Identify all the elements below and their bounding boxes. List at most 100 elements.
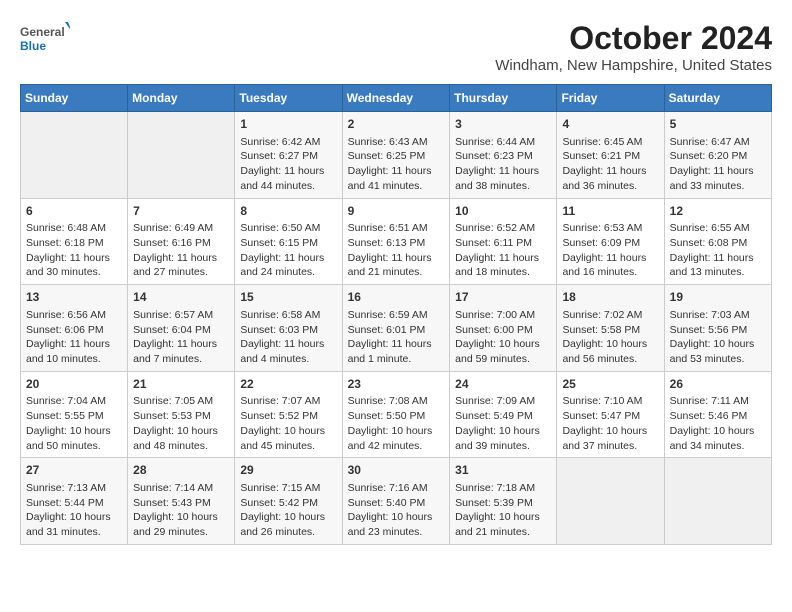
calendar-cell: 12Sunrise: 6:55 AMSunset: 6:08 PMDayligh… [664, 198, 771, 285]
day-info: Sunrise: 6:45 AMSunset: 6:21 PMDaylight:… [562, 135, 658, 194]
day-number: 18 [562, 289, 658, 306]
calendar-cell: 9Sunrise: 6:51 AMSunset: 6:13 PMDaylight… [342, 198, 450, 285]
calendar-cell [128, 112, 235, 199]
month-title: October 2024 [495, 20, 772, 57]
day-number: 29 [240, 462, 336, 479]
calendar-week-5: 27Sunrise: 7:13 AMSunset: 5:44 PMDayligh… [21, 458, 772, 545]
calendar-cell: 23Sunrise: 7:08 AMSunset: 5:50 PMDayligh… [342, 371, 450, 458]
calendar-cell: 14Sunrise: 6:57 AMSunset: 6:04 PMDayligh… [128, 285, 235, 372]
calendar-cell: 31Sunrise: 7:18 AMSunset: 5:39 PMDayligh… [450, 458, 557, 545]
header-wednesday: Wednesday [342, 85, 450, 112]
calendar-week-3: 13Sunrise: 6:56 AMSunset: 6:06 PMDayligh… [21, 285, 772, 372]
day-info: Sunrise: 7:15 AMSunset: 5:42 PMDaylight:… [240, 481, 336, 540]
day-info: Sunrise: 7:00 AMSunset: 6:00 PMDaylight:… [455, 308, 551, 367]
day-number: 16 [348, 289, 445, 306]
calendar-cell: 10Sunrise: 6:52 AMSunset: 6:11 PMDayligh… [450, 198, 557, 285]
calendar-cell: 5 Sunrise: 6:47 AMSunset: 6:20 PMDaylight… [664, 112, 771, 199]
calendar-cell: 16 Sunrise: 6:59 AMSunset: 6:01 PMDayligh… [342, 285, 450, 372]
day-number: 4 [562, 116, 658, 133]
day-number: 20 [26, 376, 122, 393]
calendar-cell: 20Sunrise: 7:04 AMSunset: 5:55 PMDayligh… [21, 371, 128, 458]
day-info: Sunrise: 6:43 AMSunset: 6:25 PMDaylight:… [348, 135, 445, 194]
day-number: 30 [348, 462, 445, 479]
calendar-cell: 18 Sunrise: 7:02 AMSunset: 5:58 PMDayligh… [557, 285, 664, 372]
calendar-cell: 29 Sunrise: 7:15 AMSunset: 5:42 PMDayligh… [235, 458, 342, 545]
day-number: 31 [455, 462, 551, 479]
day-info: Sunrise: 7:05 AMSunset: 5:53 PMDaylight:… [133, 394, 229, 453]
logo: General Blue [20, 20, 70, 60]
day-info: Sunrise: 7:16 AMSunset: 5:40 PMDaylight:… [348, 481, 445, 540]
svg-text:Blue: Blue [20, 39, 46, 53]
day-number: 28 [133, 462, 229, 479]
header-monday: Monday [128, 85, 235, 112]
day-info: Sunrise: 7:08 AMSunset: 5:50 PMDaylight:… [348, 394, 445, 453]
day-number: 10 [455, 203, 551, 220]
title-block: October 2024 Windham, New Hampshire, Uni… [495, 20, 772, 74]
day-info: Sunrise: 6:44 AMSunset: 6:23 PMDaylight:… [455, 135, 551, 194]
calendar-cell [557, 458, 664, 545]
day-info: Sunrise: 7:02 AMSunset: 5:58 PMDaylight:… [562, 308, 658, 367]
day-number: 25 [562, 376, 658, 393]
calendar-cell: 7Sunrise: 6:49 AMSunset: 6:16 PMDaylight… [128, 198, 235, 285]
calendar-cell: 6Sunrise: 6:48 AMSunset: 6:18 PMDaylight… [21, 198, 128, 285]
day-info: Sunrise: 7:07 AMSunset: 5:52 PMDaylight:… [240, 394, 336, 453]
day-number: 14 [133, 289, 229, 306]
day-info: Sunrise: 6:53 AMSunset: 6:09 PMDaylight:… [562, 221, 658, 280]
calendar-cell: 2 Sunrise: 6:43 AMSunset: 6:25 PMDaylight… [342, 112, 450, 199]
calendar-cell: 27Sunrise: 7:13 AMSunset: 5:44 PMDayligh… [21, 458, 128, 545]
calendar-cell: 25Sunrise: 7:10 AMSunset: 5:47 PMDayligh… [557, 371, 664, 458]
calendar-cell [664, 458, 771, 545]
calendar-cell: 21Sunrise: 7:05 AMSunset: 5:53 PMDayligh… [128, 371, 235, 458]
day-number: 21 [133, 376, 229, 393]
calendar-cell [21, 112, 128, 199]
day-number: 1 [240, 116, 336, 133]
day-number: 11 [562, 203, 658, 220]
calendar-cell: 3 Sunrise: 6:44 AMSunset: 6:23 PMDaylight… [450, 112, 557, 199]
day-number: 8 [240, 203, 336, 220]
day-number: 13 [26, 289, 122, 306]
day-info: Sunrise: 6:47 AMSunset: 6:20 PMDaylight:… [670, 135, 766, 194]
day-info: Sunrise: 7:04 AMSunset: 5:55 PMDaylight:… [26, 394, 122, 453]
day-number: 7 [133, 203, 229, 220]
calendar-cell: 19 Sunrise: 7:03 AMSunset: 5:56 PMDayligh… [664, 285, 771, 372]
calendar-cell: 24Sunrise: 7:09 AMSunset: 5:49 PMDayligh… [450, 371, 557, 458]
day-number: 2 [348, 116, 445, 133]
day-number: 23 [348, 376, 445, 393]
calendar-cell: 13Sunrise: 6:56 AMSunset: 6:06 PMDayligh… [21, 285, 128, 372]
day-info: Sunrise: 6:50 AMSunset: 6:15 PMDaylight:… [240, 221, 336, 280]
day-info: Sunrise: 7:03 AMSunset: 5:56 PMDaylight:… [670, 308, 766, 367]
day-info: Sunrise: 6:48 AMSunset: 6:18 PMDaylight:… [26, 221, 122, 280]
day-info: Sunrise: 6:42 AMSunset: 6:27 PMDaylight:… [240, 135, 336, 194]
day-info: Sunrise: 6:59 AMSunset: 6:01 PMDaylight:… [348, 308, 445, 367]
calendar-table: SundayMondayTuesdayWednesdayThursdayFrid… [20, 84, 772, 545]
day-info: Sunrise: 7:14 AMSunset: 5:43 PMDaylight:… [133, 481, 229, 540]
day-info: Sunrise: 7:11 AMSunset: 5:46 PMDaylight:… [670, 394, 766, 453]
calendar-cell: 15 Sunrise: 6:58 AMSunset: 6:03 PMDayligh… [235, 285, 342, 372]
day-number: 12 [670, 203, 766, 220]
day-info: Sunrise: 7:13 AMSunset: 5:44 PMDaylight:… [26, 481, 122, 540]
day-info: Sunrise: 6:55 AMSunset: 6:08 PMDaylight:… [670, 221, 766, 280]
day-info: Sunrise: 6:52 AMSunset: 6:11 PMDaylight:… [455, 221, 551, 280]
header-sunday: Sunday [21, 85, 128, 112]
day-info: Sunrise: 6:58 AMSunset: 6:03 PMDaylight:… [240, 308, 336, 367]
calendar-cell: 22Sunrise: 7:07 AMSunset: 5:52 PMDayligh… [235, 371, 342, 458]
day-number: 17 [455, 289, 551, 306]
calendar-cell: 30 Sunrise: 7:16 AMSunset: 5:40 PMDayligh… [342, 458, 450, 545]
calendar-cell: 17 Sunrise: 7:00 AMSunset: 6:00 PMDayligh… [450, 285, 557, 372]
day-number: 9 [348, 203, 445, 220]
day-info: Sunrise: 6:51 AMSunset: 6:13 PMDaylight:… [348, 221, 445, 280]
page-header: General Blue October 2024 Windham, New H… [20, 20, 772, 74]
calendar-cell: 4 Sunrise: 6:45 AMSunset: 6:21 PMDaylight… [557, 112, 664, 199]
day-number: 5 [670, 116, 766, 133]
day-number: 15 [240, 289, 336, 306]
logo-svg: General Blue [20, 20, 70, 60]
calendar-cell: 8Sunrise: 6:50 AMSunset: 6:15 PMDaylight… [235, 198, 342, 285]
day-number: 19 [670, 289, 766, 306]
calendar-cell: 28 Sunrise: 7:14 AMSunset: 5:43 PMDayligh… [128, 458, 235, 545]
day-number: 3 [455, 116, 551, 133]
calendar-cell: 11Sunrise: 6:53 AMSunset: 6:09 PMDayligh… [557, 198, 664, 285]
calendar-week-4: 20Sunrise: 7:04 AMSunset: 5:55 PMDayligh… [21, 371, 772, 458]
calendar-week-1: 1 Sunrise: 6:42 AMSunset: 6:27 PMDaylight… [21, 112, 772, 199]
calendar-week-2: 6Sunrise: 6:48 AMSunset: 6:18 PMDaylight… [21, 198, 772, 285]
header-friday: Friday [557, 85, 664, 112]
